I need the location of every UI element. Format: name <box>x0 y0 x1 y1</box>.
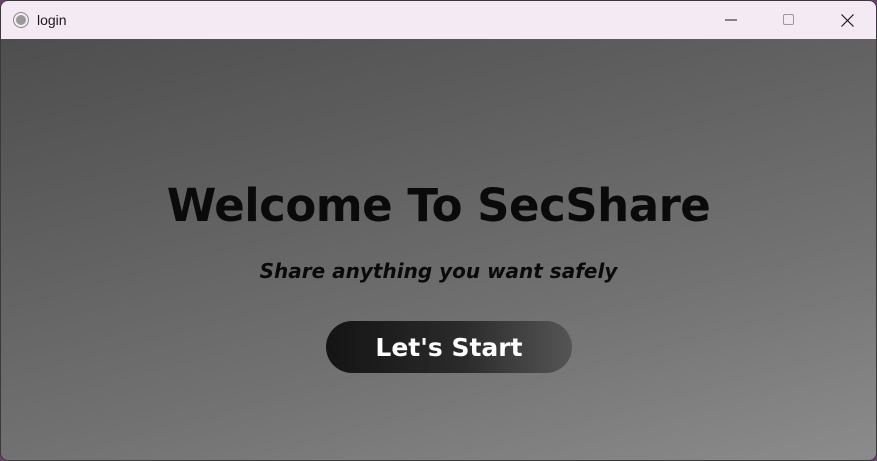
app-circle-icon <box>13 12 29 28</box>
minimize-button[interactable] <box>702 1 760 39</box>
welcome-heading: Welcome To SecShare <box>166 179 711 232</box>
app-icon-dot <box>16 15 26 25</box>
app-window: login Welcome To SecShare Share anything… <box>0 0 877 461</box>
window-title: login <box>37 12 67 28</box>
tagline-text: Share anything you want safely <box>259 259 618 283</box>
close-icon <box>840 13 854 27</box>
maximize-button[interactable] <box>760 1 818 39</box>
lets-start-button[interactable]: Let's Start <box>326 321 572 373</box>
close-button[interactable] <box>818 1 876 39</box>
minimize-icon <box>725 19 737 21</box>
title-bar[interactable]: login <box>1 1 876 39</box>
maximize-icon <box>783 14 794 25</box>
window-controls <box>702 1 876 39</box>
welcome-panel: Welcome To SecShare Share anything you w… <box>1 39 876 460</box>
